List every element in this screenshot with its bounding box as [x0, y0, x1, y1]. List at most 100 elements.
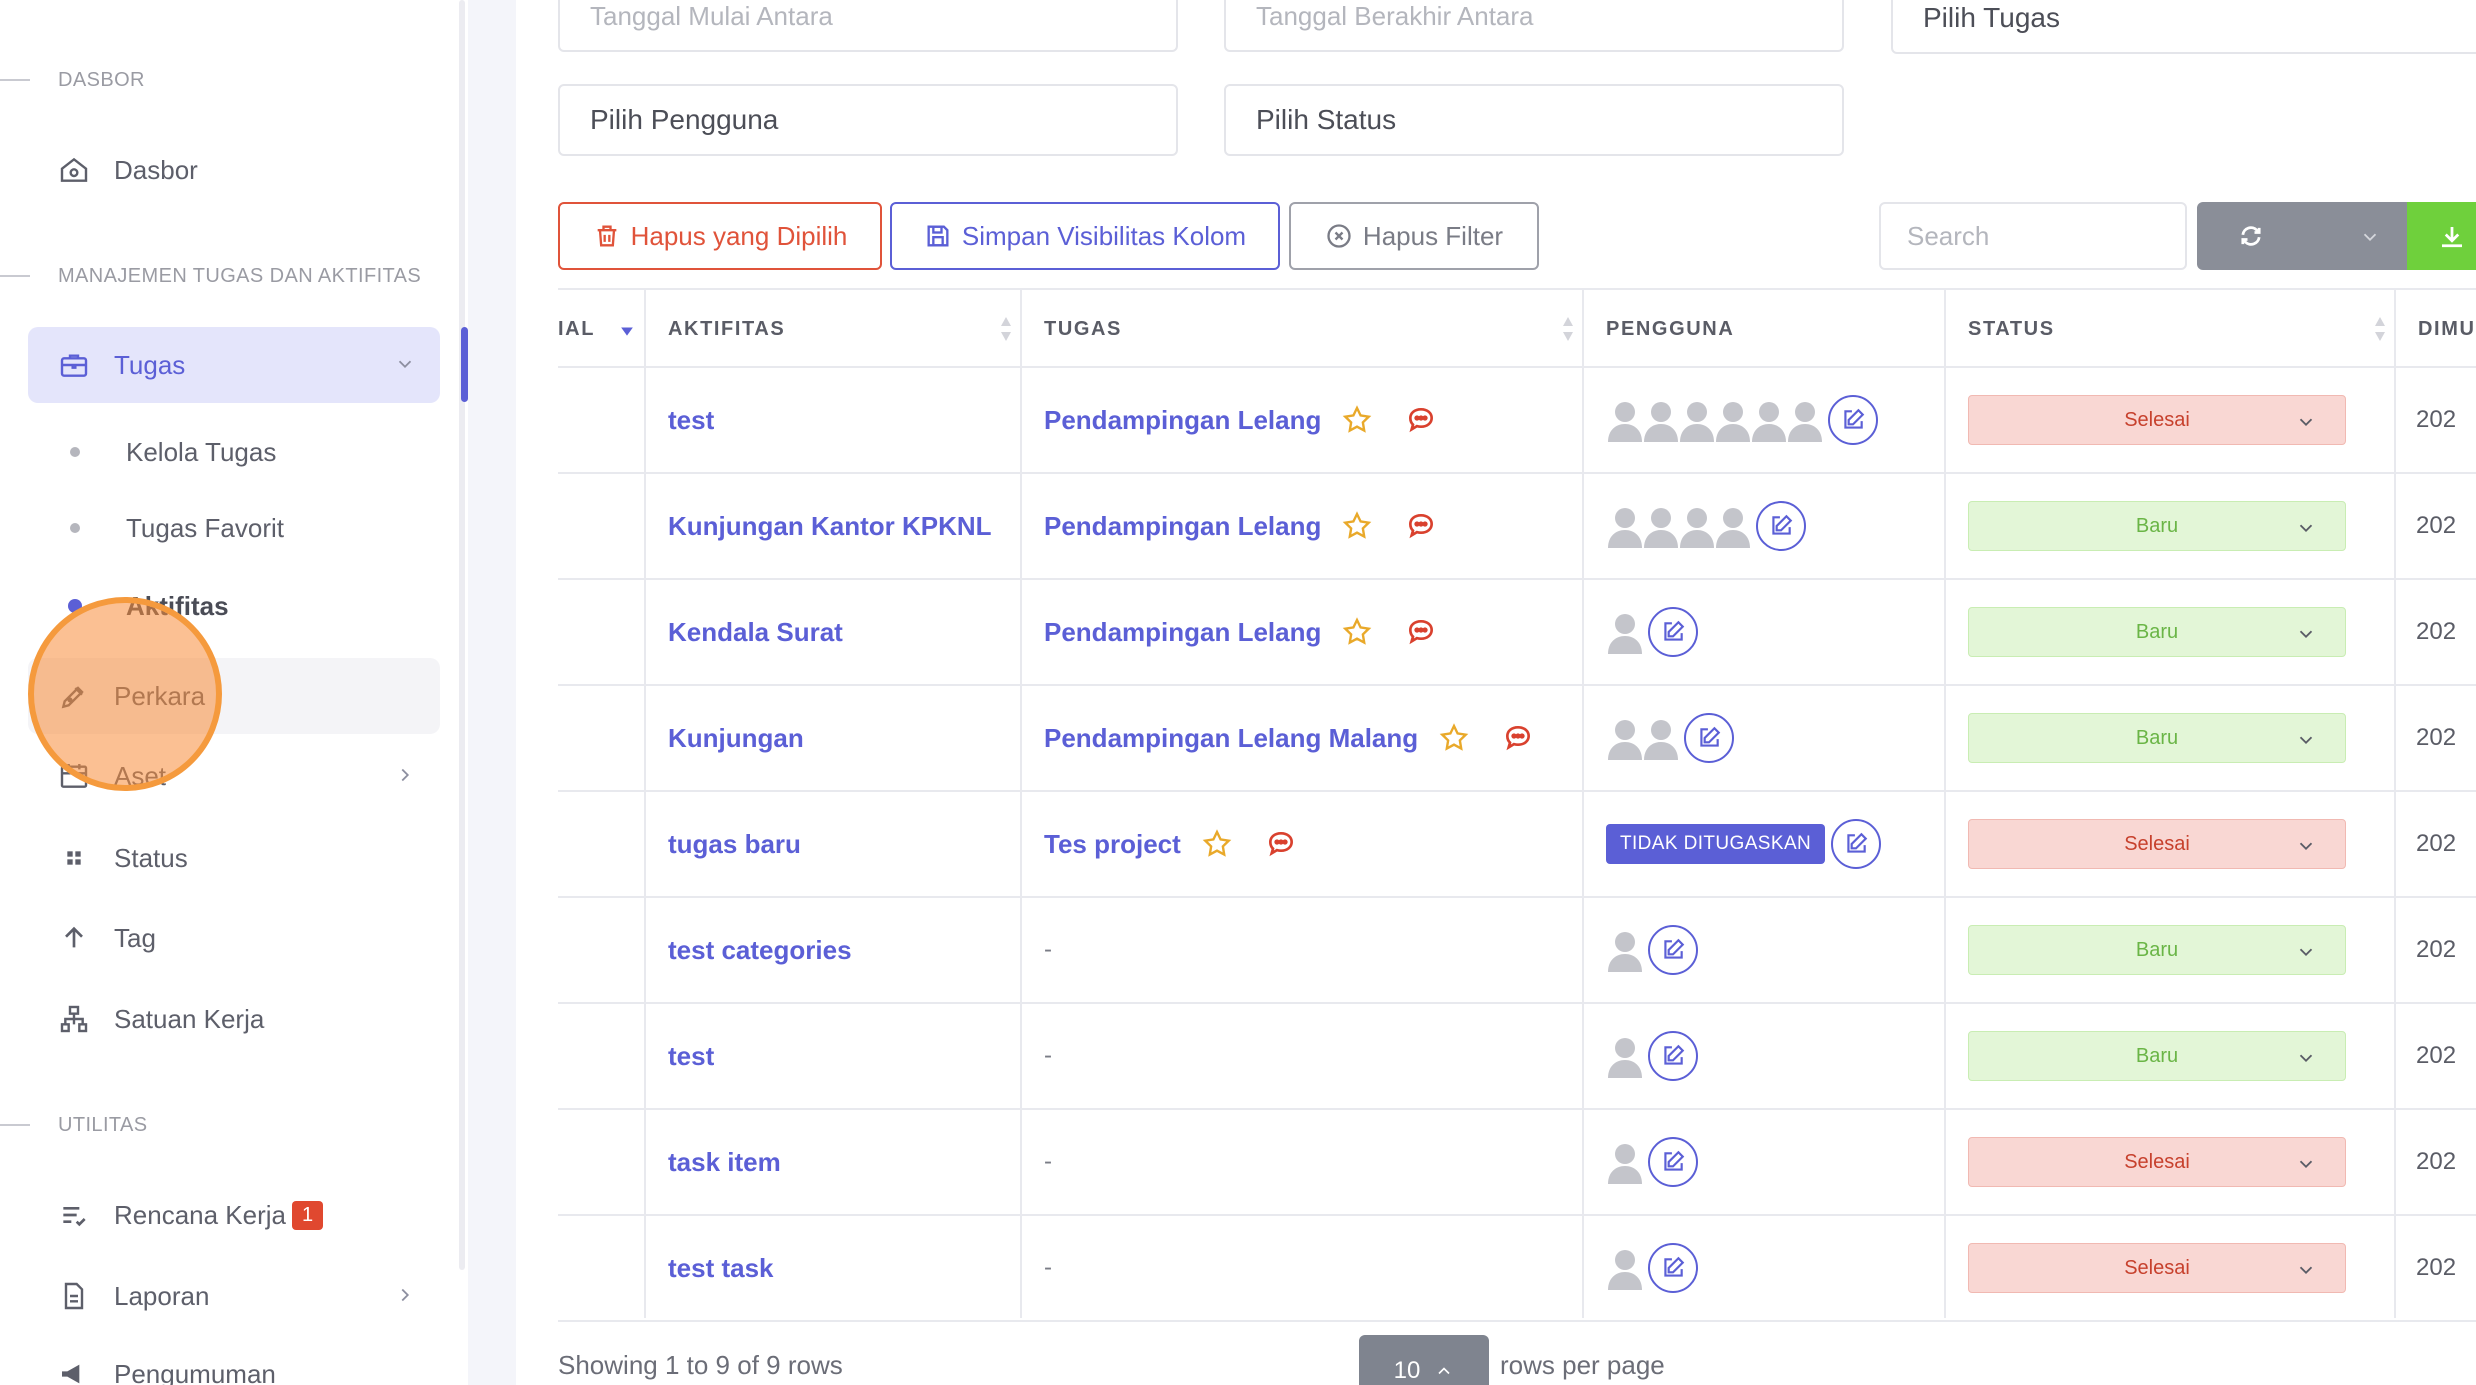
status-select[interactable]: Pilih Status: [1224, 84, 1844, 156]
chevron-up-icon: [1438, 1367, 1450, 1375]
task-select[interactable]: Pilih Tugas: [1891, 0, 2476, 54]
status-dropdown[interactable]: Selesai: [1968, 819, 2346, 869]
status-dropdown[interactable]: Baru: [1968, 925, 2346, 975]
comment-icon[interactable]: [1265, 828, 1297, 860]
task-link[interactable]: Tes project: [1044, 829, 1181, 860]
save-column-visibility-button[interactable]: Simpan Visibilitas Kolom: [890, 202, 1280, 270]
edit-assignees-button[interactable]: [1648, 607, 1698, 657]
activity-link[interactable]: test task: [668, 1253, 774, 1284]
clear-filter-button[interactable]: Hapus Filter: [1289, 202, 1539, 270]
pen-nib-icon: [56, 678, 92, 714]
sidebar-item-satuan-kerja[interactable]: Satuan Kerja: [28, 981, 440, 1057]
save-icon: [927, 225, 949, 247]
sidebar-item-aset[interactable]: Aset: [28, 738, 440, 814]
document-icon: [56, 1278, 92, 1314]
user-select[interactable]: Pilih Pengguna: [558, 84, 1178, 156]
created-date: 202: [2416, 1254, 2457, 1281]
column-header-initial[interactable]: IAL: [558, 290, 646, 368]
sidebar-item-tugas[interactable]: Tugas: [28, 327, 440, 403]
status-dropdown[interactable]: Selesai: [1968, 1243, 2346, 1293]
sidebar-subitem-kelola-tugas[interactable]: Kelola Tugas: [28, 422, 440, 482]
page-size-select[interactable]: 10: [1359, 1335, 1489, 1385]
end-date-filter[interactable]: Tanggal Berakhir Antara: [1224, 0, 1844, 52]
megaphone-icon: [56, 1356, 92, 1385]
column-header-task[interactable]: TUGAS: [1022, 290, 1584, 368]
chevron-down-icon[interactable]: [2359, 226, 2381, 248]
sidebar-scrollbar[interactable]: [459, 0, 465, 1270]
column-header-created[interactable]: DIMU: [2396, 290, 2476, 368]
sidebar-item-rencana-kerja[interactable]: Rencana Kerja 1: [28, 1177, 440, 1253]
start-date-filter[interactable]: Tanggal Mulai Antara: [558, 0, 1178, 52]
column-header-status[interactable]: STATUS: [1946, 290, 2396, 368]
sort-desc-icon: [621, 327, 633, 336]
favorite-star-icon[interactable]: [1341, 510, 1373, 542]
task-link[interactable]: Pendampingan Lelang: [1044, 617, 1321, 648]
table-row: test task - Selesai 202: [558, 1216, 2476, 1322]
chevron-right-icon: [401, 1288, 410, 1302]
edit-assignees-button[interactable]: [1648, 925, 1698, 975]
activity-link[interactable]: Kunjungan: [668, 723, 804, 754]
table-header: IAL AKTIFITAS TUGAS PENGGUNA STATUS DIMU: [558, 288, 2476, 368]
status-dropdown[interactable]: Baru: [1968, 713, 2346, 763]
task-link[interactable]: Pendampingan Lelang: [1044, 405, 1321, 436]
sidebar-item-status[interactable]: Status: [28, 820, 440, 896]
edit-assignees-button[interactable]: [1828, 395, 1878, 445]
favorite-star-icon[interactable]: [1201, 828, 1233, 860]
arrow-up-icon: [56, 920, 92, 956]
sidebar-item-dasbor[interactable]: Dasbor: [28, 132, 440, 208]
status-dropdown[interactable]: Selesai: [1968, 395, 2346, 445]
user-avatar: [1606, 610, 1644, 654]
sidebar-item-perkara[interactable]: Perkara: [28, 658, 440, 734]
edit-assignees-button[interactable]: [1831, 819, 1882, 869]
created-date: 202: [2416, 724, 2457, 751]
task-empty: -: [1044, 936, 1052, 963]
activity-link[interactable]: task item: [668, 1147, 781, 1178]
status-dropdown[interactable]: Baru: [1968, 607, 2346, 657]
export-button[interactable]: [2407, 202, 2476, 270]
edit-assignees-button[interactable]: [1684, 713, 1734, 763]
table-row: tugas baru Tes project TIDAK DITUGASKAN Sel…: [558, 792, 2476, 898]
activity-link[interactable]: Kendala Surat: [668, 617, 843, 648]
comment-icon[interactable]: [1405, 404, 1437, 436]
sidebar-item-laporan[interactable]: Laporan: [28, 1258, 440, 1334]
activity-link[interactable]: test categories: [668, 935, 852, 966]
user-avatar: [1678, 504, 1716, 548]
sidebar-subitem-tugas-favorit[interactable]: Tugas Favorit: [28, 498, 440, 558]
activity-link[interactable]: tugas baru: [668, 829, 801, 860]
comment-icon[interactable]: [1405, 616, 1437, 648]
edit-assignees-button[interactable]: [1648, 1031, 1698, 1081]
column-header-activity[interactable]: AKTIFITAS: [646, 290, 1022, 368]
comment-icon[interactable]: [1502, 722, 1534, 754]
task-empty: -: [1044, 1254, 1052, 1281]
chevron-down-icon: [398, 360, 412, 369]
favorite-star-icon[interactable]: [1438, 722, 1470, 754]
edit-assignees-button[interactable]: [1648, 1137, 1698, 1187]
search-input[interactable]: Search: [1879, 202, 2187, 270]
sort-icon: [2375, 317, 2385, 341]
refresh-button[interactable]: [2197, 202, 2407, 270]
status-dropdown[interactable]: Baru: [1968, 1031, 2346, 1081]
section-header-task-management: MANAJEMEN TUGAS DAN AKTIFITAS: [0, 256, 421, 296]
delete-selected-button[interactable]: Hapus yang Dipilih: [558, 202, 882, 270]
edit-assignees-button[interactable]: [1756, 501, 1806, 551]
task-link[interactable]: Pendampingan Lelang Malang: [1044, 723, 1418, 754]
favorite-star-icon[interactable]: [1341, 404, 1373, 436]
task-empty: -: [1044, 1148, 1052, 1175]
activity-link[interactable]: test: [668, 1041, 714, 1072]
section-header-dashboard: DASBOR: [0, 60, 145, 100]
edit-assignees-button[interactable]: [1648, 1243, 1698, 1293]
sidebar: DASBOR Dasbor MANAJEMEN TUGAS DAN AKTIFI…: [0, 0, 468, 1385]
status-dropdown[interactable]: Selesai: [1968, 1137, 2346, 1187]
activity-link[interactable]: test: [668, 405, 714, 436]
comment-icon[interactable]: [1405, 510, 1437, 542]
sidebar-item-tag[interactable]: Tag: [28, 900, 440, 976]
main-content: Tanggal Mulai Antara Tanggal Berakhir An…: [516, 0, 2476, 1385]
user-avatar: [1606, 504, 1644, 548]
activity-link[interactable]: Kunjungan Kantor KPKNL: [668, 511, 992, 542]
sidebar-subitem-aktifitas[interactable]: Aktifitas: [28, 576, 440, 636]
user-avatar: [1678, 398, 1716, 442]
favorite-star-icon[interactable]: [1341, 616, 1373, 648]
sidebar-item-pengumuman[interactable]: Pengumuman: [28, 1336, 440, 1385]
task-link[interactable]: Pendampingan Lelang: [1044, 511, 1321, 542]
status-dropdown[interactable]: Baru: [1968, 501, 2346, 551]
